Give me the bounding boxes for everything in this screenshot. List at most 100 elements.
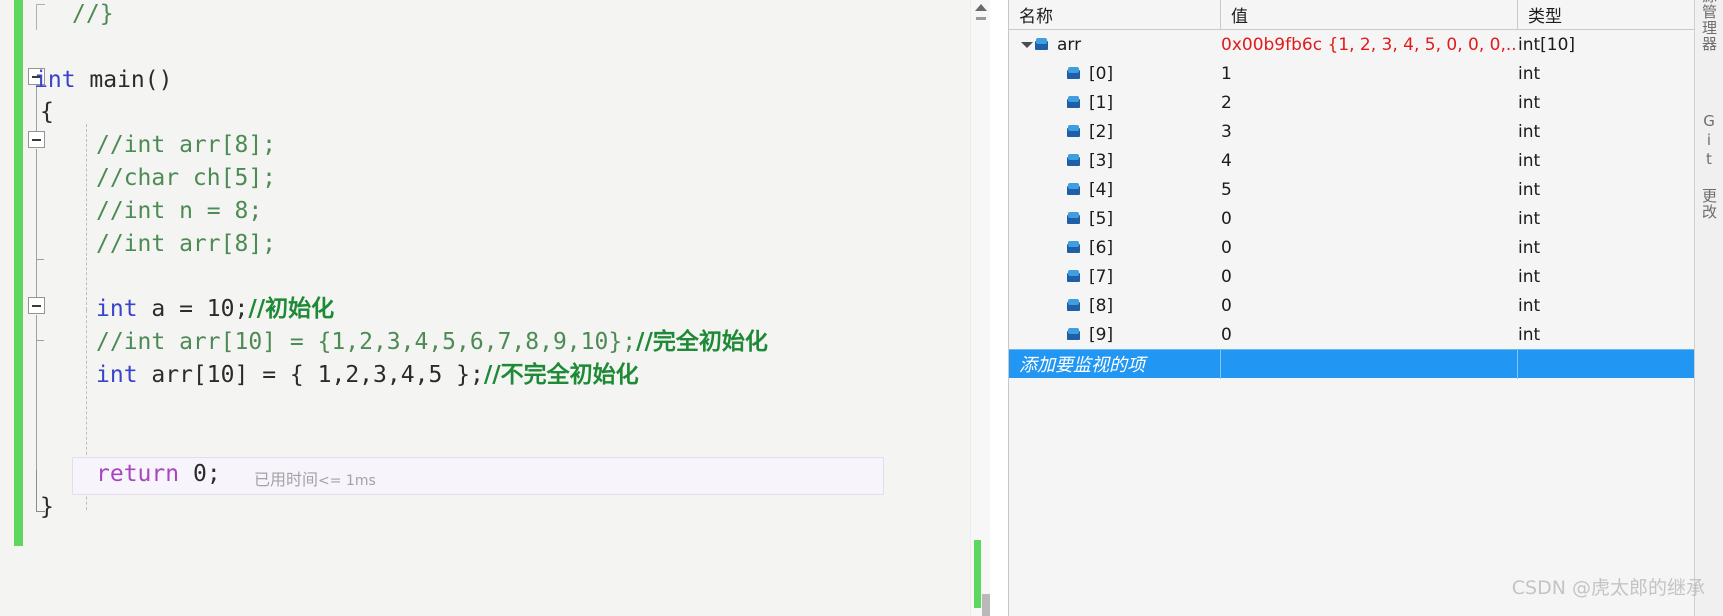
watch-row-name-cell[interactable]: [7] [1009,262,1221,291]
watch-row-value-cell[interactable]: 0 [1221,204,1518,233]
watch-row-type-cell: int [1518,59,1723,88]
code-text-layer[interactable]: //} int main() {//int arr[8]; //char ch[5];… [0,0,1008,616]
watch-row-name-cell[interactable]: [5] [1009,204,1221,233]
code-token: , [414,362,429,388]
watch-row-name-cell[interactable]: [8] [1009,291,1221,320]
code-line: int a = 10;//初始化 [96,297,334,321]
watch-row-name-cell[interactable]: [2] [1009,117,1221,146]
code-token: int [34,67,76,93]
watch-row-name-cell[interactable]: [9] [1009,320,1221,349]
code-token: } [40,494,54,520]
watch-row-type-cell: int [1518,175,1723,204]
watch-row-value: 0 [1221,208,1232,229]
add-watch-row[interactable]: 添加要监视的项 [1009,349,1723,379]
expand-collapse-arrow-icon[interactable] [1019,38,1033,52]
code-token: main() [75,67,173,93]
watch-row[interactable]: [9] 0 int [1009,320,1723,349]
variable-cube-icon [1067,298,1082,313]
add-watch-value-cell[interactable] [1221,349,1518,379]
watch-row-value-cell[interactable]: 0 [1221,320,1518,349]
variable-cube-icon [1067,124,1082,139]
add-watch-name-cell[interactable]: 添加要监视的项 [1009,349,1221,379]
watch-window: 名称 值 类型 arr 0x00b9fb6c {1, 2, 3, 4, 5, 0,… [1008,0,1723,616]
watch-row[interactable]: arr 0x00b9fb6c {1, 2, 3, 4, 5, 0, 0, 0,..… [1009,30,1723,59]
watch-row-value-cell[interactable]: 1 [1221,59,1518,88]
watch-row-type: int[10] [1518,34,1576,55]
column-header-type[interactable]: 类型 [1518,0,1723,30]
variable-cube-icon [1067,211,1082,226]
watch-row-value-cell[interactable]: 0x00b9fb6c {1, 2, 3, 4, 5, 0, 0, 0,... [1221,30,1518,59]
watch-row[interactable]: [5] 0 int [1009,204,1723,233]
column-header-name-label: 名称 [1019,7,1053,27]
watch-row-name: [9] [1089,324,1114,345]
watch-row-name-cell[interactable]: [6] [1009,233,1221,262]
add-watch-type-cell[interactable] [1518,350,1723,379]
code-token: a = [137,296,207,322]
watch-row-name-cell[interactable]: [1] [1009,88,1221,117]
watch-row-name-cell[interactable]: [3] [1009,146,1221,175]
scrollbar-change-marker [974,540,981,608]
vtab-git-changes[interactable]: Git 更改 [1695,112,1723,220]
code-line: } [40,495,54,519]
watch-row[interactable]: [2] 3 int [1009,117,1723,146]
watch-row[interactable]: [7] 0 int [1009,262,1723,291]
watch-row-name: [7] [1089,266,1114,287]
code-token: 3 [373,362,387,388]
watch-row-value-cell[interactable]: 2 [1221,88,1518,117]
watch-row-value-cell[interactable]: 4 [1221,146,1518,175]
watch-row-value: 4 [1221,150,1232,171]
code-token: //char ch[5]; [96,165,277,191]
watch-row[interactable]: [1] 2 int [1009,88,1723,117]
watch-row-value-cell[interactable]: 3 [1221,117,1518,146]
watch-row-type-cell: int [1518,233,1723,262]
watch-row[interactable]: [3] 4 int [1009,146,1723,175]
code-token: 2 [345,362,360,388]
column-header-name[interactable]: 名称 [1009,0,1221,30]
editor-right-margin [990,0,1008,616]
column-header-value[interactable]: 值 [1221,0,1518,30]
row-indent-spacer [1051,183,1065,197]
row-indent-spacer [1051,328,1065,342]
code-line: //char ch[5]; [96,166,276,190]
code-token: 1 [317,362,332,388]
column-header-type-label: 类型 [1528,7,1562,27]
code-token: //int n = 8; [96,198,263,224]
watch-row[interactable]: [0] 1 int [1009,59,1723,88]
code-token: //int arr[8]; [96,231,277,257]
editor-vertical-scrollbar[interactable] [970,0,991,616]
watch-row-type: int [1518,295,1541,316]
code-token: ; [234,296,249,322]
code-token: //不完全初始化 [483,362,639,388]
column-header-value-label: 值 [1231,7,1248,27]
variable-cube-icon [1067,66,1082,81]
code-line: //int arr[10] = {1,2,3,4,5,6,7,8,9,10};/… [96,330,768,354]
watch-row-name-cell[interactable]: [4] [1009,175,1221,204]
code-token: }; [442,362,484,388]
watch-row[interactable]: [6] 0 int [1009,233,1723,262]
code-line: //} [72,2,114,26]
code-token: int [96,362,138,388]
watch-row[interactable]: [8] 0 int [1009,291,1723,320]
vertical-tool-tabs: 资源管理器 Git 更改 [1694,0,1723,616]
code-line: //int arr[8]; [96,133,276,157]
watch-row-type-cell: int [1518,204,1723,233]
variable-cube-icon [1067,153,1082,168]
code-token: 10 [206,362,235,388]
row-indent-spacer [1051,67,1065,81]
watch-row-name-cell[interactable]: [0] [1009,59,1221,88]
watch-row-value-cell[interactable]: 0 [1221,233,1518,262]
watch-row-value-cell[interactable]: 0 [1221,291,1518,320]
row-indent-spacer [1051,299,1065,313]
watch-row-value: 2 [1221,92,1232,113]
code-editor-pane[interactable]: 已用时间<= 1ms //} int main(){//int arr[8];//… [0,0,1008,616]
vtab-solution-explorer-label: 资源管理器 [1700,0,1718,52]
watch-row-value-cell[interactable]: 5 [1221,175,1518,204]
watch-row-name-cell[interactable]: arr [1009,30,1221,59]
scroll-up-arrow-icon[interactable] [975,4,987,11]
watch-row[interactable]: [4] 5 int [1009,175,1723,204]
row-indent-spacer [1051,96,1065,110]
vtab-solution-explorer[interactable]: 资源管理器 [1695,0,1723,112]
watch-row-name: [1] [1089,92,1114,113]
watch-row-value-cell[interactable]: 0 [1221,262,1518,291]
